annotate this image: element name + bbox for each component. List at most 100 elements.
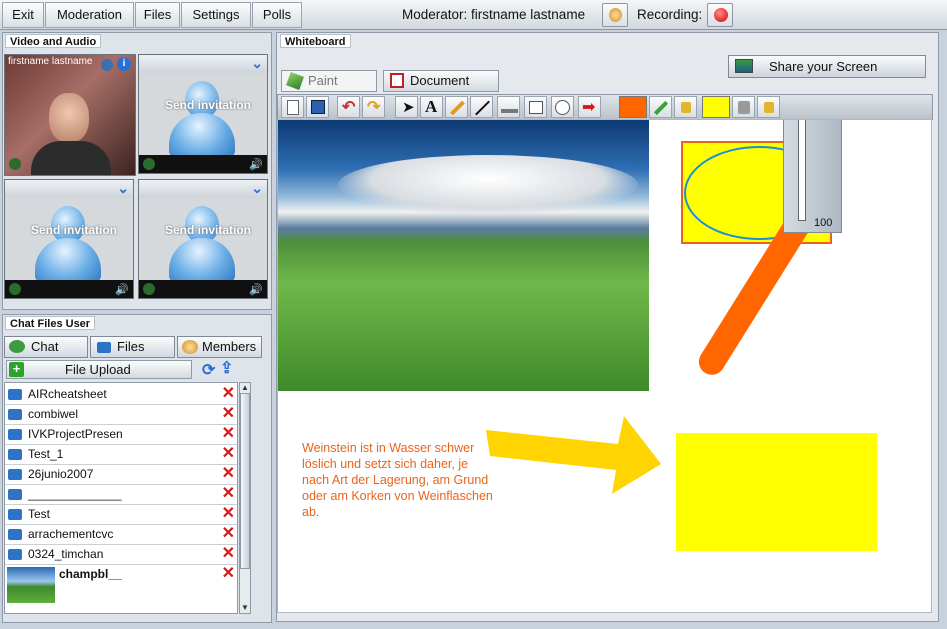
chevron-down-icon[interactable]: ⌄ (251, 55, 263, 72)
delete-icon[interactable]: ✕ (222, 565, 235, 583)
image-file-row[interactable]: champbl__ ✕ (5, 565, 237, 605)
file-row[interactable]: 0324_timchan ✕ (5, 545, 237, 565)
file-row[interactable]: IVKProjectPresen ✕ (5, 425, 237, 445)
file-row[interactable]: ______________ ✕ (5, 485, 237, 505)
text-icon: A (425, 97, 438, 116)
file-row[interactable]: Test ✕ (5, 505, 237, 525)
tab-paint[interactable]: Paint (281, 70, 377, 92)
chevron-down-icon[interactable]: ⌄ (117, 180, 129, 197)
tile-header: ⌄ (5, 180, 133, 198)
send-invitation-link[interactable]: Send invitation (165, 223, 255, 238)
monitor-icon (735, 59, 753, 73)
file-row[interactable]: arrachementcvc ✕ (5, 525, 237, 545)
menu-moderation[interactable]: Moderation (45, 2, 134, 28)
yellow-filled-rectangle-shape[interactable] (676, 433, 877, 551)
moderator-users-button[interactable] (602, 3, 628, 27)
line-width-slider-track[interactable] (798, 120, 806, 221)
folder-icon (8, 429, 22, 441)
moderator-label: Moderator: firstname lastname (402, 7, 586, 22)
video-tile-self[interactable]: firstname lastname i (4, 54, 136, 176)
line-color-picker-button[interactable] (649, 96, 672, 118)
new-page-button[interactable] (281, 96, 304, 118)
folder-icon (8, 489, 22, 501)
fill-color-swatch[interactable] (702, 96, 730, 118)
undo-button[interactable]: ↶ (337, 96, 360, 118)
scroll-thumb[interactable] (240, 393, 250, 569)
video-tile-3[interactable]: ⌄ Send invitation 🔊 (4, 179, 134, 299)
whiteboard-title: Whiteboard (280, 34, 351, 48)
fill-color-lock-button[interactable] (757, 96, 780, 118)
file-row[interactable]: Test_1 ✕ (5, 445, 237, 465)
upload-arrow-icon[interactable]: ⇪ (220, 358, 233, 378)
folder-icon (97, 342, 111, 354)
line-color-lock-button[interactable] (674, 96, 697, 118)
whiteboard-canvas[interactable]: Weinstein ist in Wasser schwer löslich u… (277, 119, 932, 613)
delete-icon[interactable]: ✕ (222, 405, 235, 423)
share-screen-button[interactable]: Share your Screen (728, 55, 926, 78)
tab-files[interactable]: Files (90, 336, 175, 358)
tile-placeholder: Send invitation (5, 198, 133, 280)
file-row[interactable]: AIRcheatsheet ✕ (5, 385, 237, 405)
audio-status-icon (9, 158, 21, 170)
fill-color-picker-button[interactable] (732, 96, 755, 118)
text-tool-button[interactable]: A (420, 96, 443, 118)
delete-icon[interactable]: ✕ (222, 485, 235, 503)
file-upload-button[interactable]: + File Upload (6, 360, 192, 379)
save-button[interactable] (306, 96, 329, 118)
delete-icon[interactable]: ✕ (222, 525, 235, 543)
speaker-icon[interactable]: 🔊 (249, 283, 263, 296)
video-tile-4[interactable]: ⌄ Send invitation 🔊 (138, 179, 268, 299)
file-name: combiwel (28, 407, 79, 421)
speaker-icon[interactable]: 🔊 (249, 158, 263, 171)
camera-toggle-icon[interactable] (101, 59, 113, 71)
file-row[interactable]: combiwel ✕ (5, 405, 237, 425)
members-icon (182, 340, 198, 354)
refresh-icon[interactable]: ⟳ (202, 360, 215, 380)
scroll-up-icon[interactable]: ▲ (240, 383, 250, 393)
menu-files[interactable]: Files (135, 2, 180, 28)
info-icon[interactable]: i (117, 57, 131, 71)
delete-icon[interactable]: ✕ (222, 385, 235, 403)
scroll-down-icon[interactable]: ▼ (240, 603, 250, 613)
yellow-arrow-shape[interactable] (486, 416, 661, 496)
delete-icon[interactable]: ✕ (222, 465, 235, 483)
tab-members[interactable]: Members (177, 336, 262, 358)
pencil-tool-button[interactable] (445, 96, 468, 118)
tab-document[interactable]: Document (383, 70, 499, 92)
delete-icon[interactable]: ✕ (222, 445, 235, 463)
tile-header: ⌄ (139, 180, 267, 198)
redo-button[interactable]: ↷ (362, 96, 385, 118)
file-list-scrollbar[interactable]: ▲ ▼ (239, 382, 251, 614)
file-row[interactable]: 26junio2007 ✕ (5, 465, 237, 485)
menu-exit[interactable]: Exit (2, 2, 44, 28)
image-thumbnail (7, 567, 55, 603)
chevron-down-icon[interactable]: ⌄ (251, 180, 263, 197)
rectangle-tool-button[interactable] (524, 96, 547, 118)
new-page-icon (287, 100, 299, 115)
file-list: AIRcheatsheet ✕ combiwel ✕ IVKProjectPrese… (4, 382, 238, 614)
arrow-tool-button[interactable]: ➡ (578, 96, 601, 118)
delete-icon[interactable]: ✕ (222, 545, 235, 563)
line-tool-button[interactable] (470, 96, 493, 118)
tile-footer: 🔊 (139, 280, 267, 298)
speaker-icon[interactable]: 🔊 (115, 283, 129, 296)
pointer-tool-button[interactable]: ➤ (395, 96, 418, 118)
menu-settings[interactable]: Settings (181, 2, 251, 28)
underline-tool-button[interactable] (497, 96, 520, 118)
video-tile-2[interactable]: ⌄ Send invitation 🔊 (138, 54, 268, 174)
delete-icon[interactable]: ✕ (222, 505, 235, 523)
ellipse-tool-button[interactable] (551, 96, 574, 118)
folder-icon (8, 469, 22, 481)
tab-members-label: Members (202, 339, 257, 354)
send-invitation-link[interactable]: Send invitation (165, 98, 255, 113)
menu-polls[interactable]: Polls (252, 2, 302, 28)
file-name: Test (28, 507, 51, 521)
tab-chat[interactable]: Chat (4, 336, 88, 358)
send-invitation-link[interactable]: Send invitation (31, 223, 121, 238)
note-text[interactable]: Weinstein ist in Wasser schwer löslich u… (302, 440, 498, 520)
line-color-swatch[interactable] (619, 96, 647, 118)
image-file-name: champbl__ (59, 567, 122, 581)
delete-icon[interactable]: ✕ (222, 425, 235, 443)
record-button[interactable] (707, 3, 733, 27)
chat-icon (9, 340, 25, 353)
